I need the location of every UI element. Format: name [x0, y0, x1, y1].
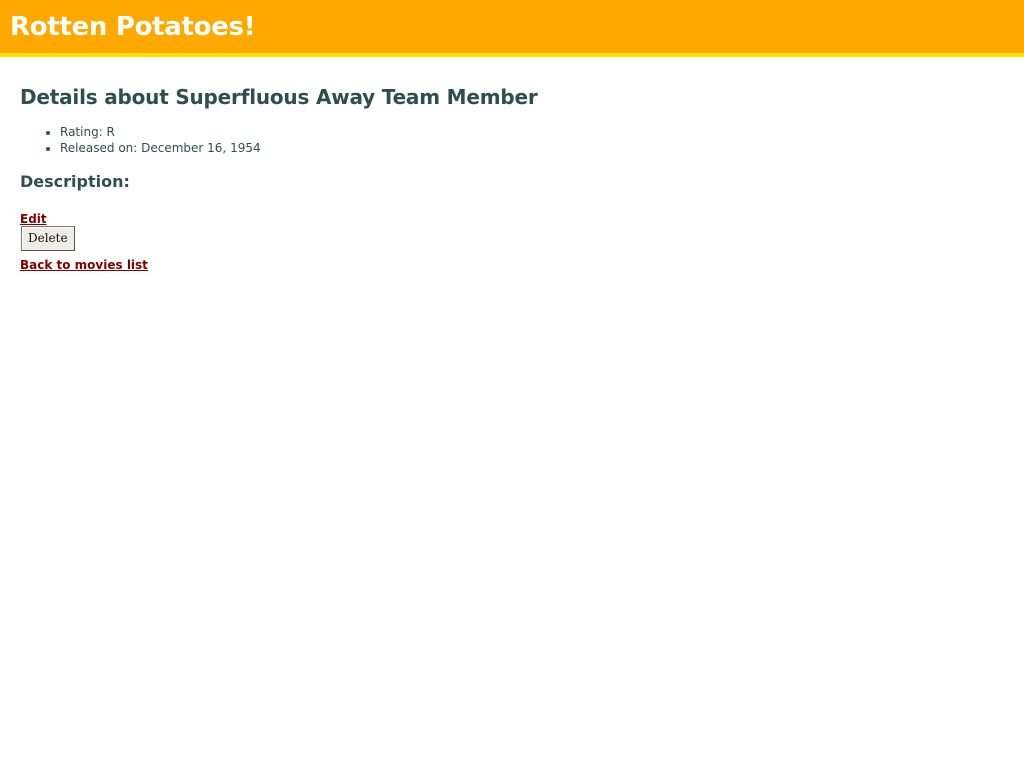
page-title: Details about Superfluous Away Team Memb… — [20, 85, 538, 109]
movie-release-date: Released on: December 16, 1954 — [60, 140, 1000, 156]
back-to-movies-link[interactable]: Back to movies list — [20, 257, 148, 273]
description-heading: Description: — [20, 172, 130, 191]
movie-details-page: Details about Superfluous Away Team Memb… — [20, 84, 1000, 273]
delete-button[interactable]: Delete — [21, 226, 75, 251]
site-header: Rotten Potatoes! — [0, 0, 1024, 57]
delete-row: Delete — [20, 226, 1000, 251]
back-row: Back to movies list — [20, 254, 1000, 273]
movie-details-list: Rating: R Released on: December 16, 1954 — [20, 124, 1000, 156]
edit-row: Edit — [20, 208, 1000, 227]
app-title: Rotten Potatoes! — [10, 12, 256, 42]
edit-link[interactable]: Edit — [20, 211, 47, 227]
movie-rating: Rating: R — [60, 124, 1000, 140]
